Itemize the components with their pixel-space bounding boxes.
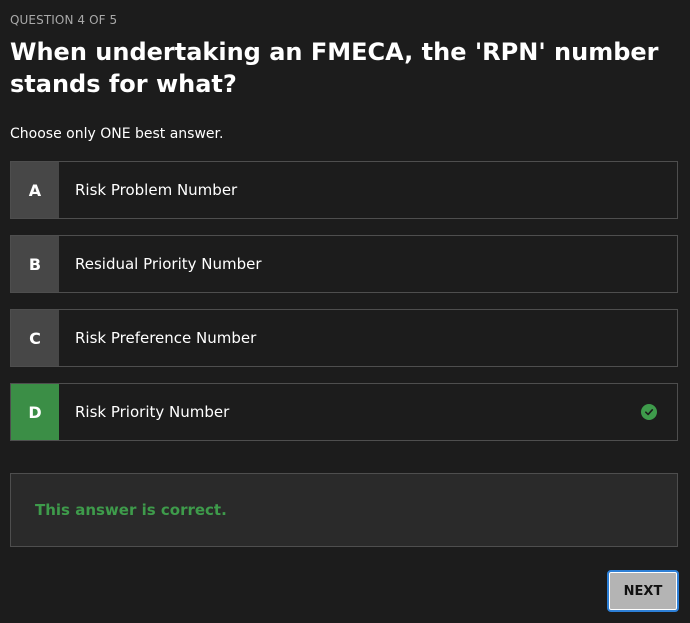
answer-option-b[interactable]: B Residual Priority Number [10, 235, 678, 293]
option-letter: B [11, 236, 59, 292]
next-button[interactable]: NEXT [607, 570, 679, 612]
option-letter: D [11, 384, 59, 440]
answer-option-c[interactable]: C Risk Preference Number [10, 309, 678, 367]
question-progress: QUESTION 4 OF 5 [10, 13, 118, 27]
option-label: Residual Priority Number [75, 255, 262, 273]
checkmark-glyph [645, 409, 654, 416]
option-label: Risk Preference Number [75, 329, 257, 347]
instruction-text: Choose only ONE best answer. [10, 126, 224, 142]
option-label: Risk Priority Number [75, 403, 230, 421]
feedback-message: This answer is correct. [35, 501, 227, 519]
answer-option-a[interactable]: A Risk Problem Number [10, 161, 678, 219]
question-text: When undertaking an FMECA, the 'RPN' num… [10, 38, 659, 98]
option-letter: A [11, 162, 59, 218]
quiz-page: QUESTION 4 OF 5 When undertaking an FMEC… [0, 0, 690, 623]
answer-option-d[interactable]: D Risk Priority Number [10, 383, 678, 441]
option-label: Risk Problem Number [75, 181, 238, 199]
option-letter: C [11, 310, 59, 366]
check-circle-icon [641, 404, 657, 420]
feedback-panel: This answer is correct. [10, 473, 678, 547]
